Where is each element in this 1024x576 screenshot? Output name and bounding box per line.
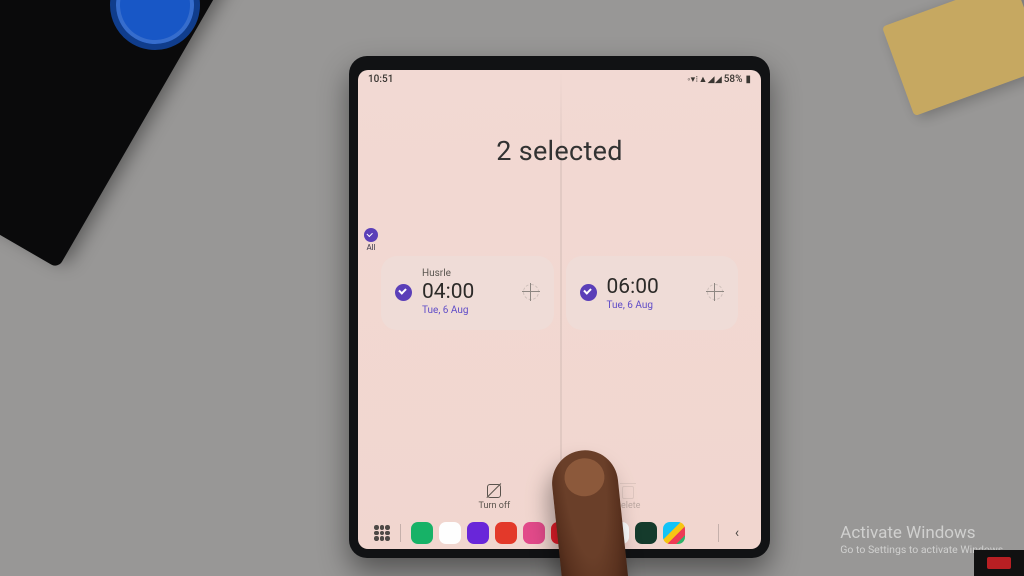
alarm-time: 04:00 (422, 280, 522, 304)
alarm-name: Husrle (422, 268, 522, 279)
alarm-card[interactable]: Husrle 04:00 Tue, 6 Aug (381, 256, 554, 330)
app-galaxy-store[interactable] (523, 522, 545, 544)
turn-off-icon (486, 483, 502, 499)
selected-check-icon[interactable] (395, 284, 412, 301)
taskbar-divider (718, 524, 719, 542)
alarm-date: Tue, 6 Aug (422, 305, 522, 316)
app-messages[interactable] (439, 522, 461, 544)
product-box-prop: Galaxy Z Fold6 (0, 0, 228, 268)
app-play-store[interactable] (663, 522, 685, 544)
turn-off-label: Turn off (479, 501, 511, 511)
check-icon (364, 228, 378, 242)
app-phone[interactable] (411, 522, 433, 544)
battery-icon: ▮ (745, 74, 751, 85)
status-right: ◦ ▾ ⁝ ▲ ◢ ◢ 58% ▮ (687, 74, 751, 85)
app-flipboard[interactable] (495, 522, 517, 544)
app-drawer-icon[interactable] (374, 525, 390, 541)
status-battery: 58% (724, 74, 743, 85)
app-samsung-internet[interactable] (467, 522, 489, 544)
trash-icon (620, 483, 636, 499)
selected-check-icon[interactable] (580, 284, 597, 301)
wooden-block-prop (882, 0, 1024, 116)
turn-off-button[interactable]: Turn off (479, 483, 511, 511)
alarm-date: Tue, 6 Aug (607, 300, 707, 311)
alarm-body: 06:00 Tue, 6 Aug (607, 274, 707, 311)
alarm-toggle-icon[interactable] (522, 283, 540, 301)
status-icons: ◦ ▾ ⁝ ▲ ◢ ◢ (687, 74, 721, 85)
select-all[interactable]: All (364, 228, 378, 252)
taskbar-divider (400, 524, 401, 542)
taskbar-back-icon[interactable]: ‹ (729, 525, 745, 541)
alarm-cards: Husrle 04:00 Tue, 6 Aug 06:00 Tue, 6 Aug (381, 256, 738, 330)
watermark-heading: Activate Windows (840, 523, 1006, 543)
status-time: 10:51 (368, 74, 393, 85)
channel-badge (974, 550, 1024, 576)
app-android-auto[interactable] (635, 522, 657, 544)
select-all-label: All (366, 243, 375, 252)
alarm-time: 06:00 (607, 275, 707, 299)
alarm-toggle-icon[interactable] (706, 283, 724, 301)
alarm-body: Husrle 04:00 Tue, 6 Aug (422, 268, 522, 316)
alarm-card[interactable]: 06:00 Tue, 6 Aug (566, 256, 739, 330)
